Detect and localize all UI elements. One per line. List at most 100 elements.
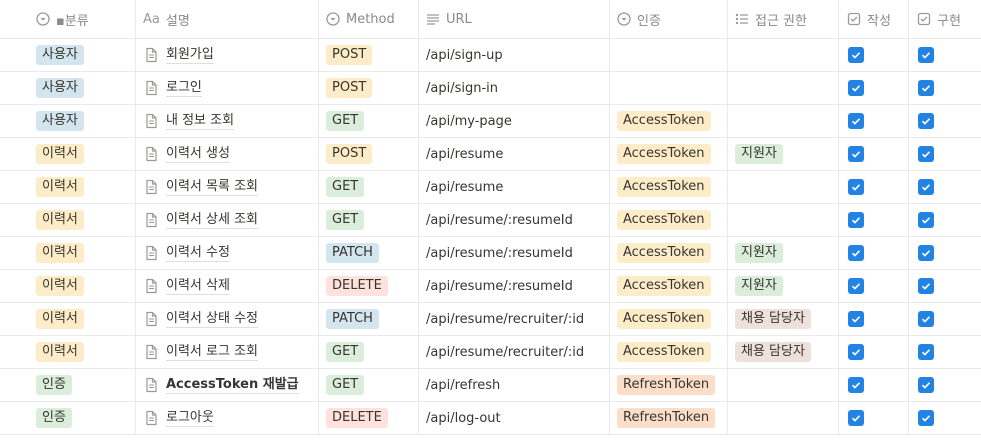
auth-cell[interactable]: AccessToken bbox=[610, 270, 728, 302]
written-checkbox[interactable] bbox=[848, 212, 864, 228]
table-row[interactable]: 인증 로그아웃 DELETE/api/log-out RefreshToken bbox=[0, 402, 981, 435]
name-cell[interactable]: 내 정보 조회 bbox=[136, 105, 319, 137]
implemented-checkbox[interactable] bbox=[918, 47, 934, 63]
category-tag[interactable]: 사용자 bbox=[36, 45, 84, 65]
access-cell[interactable]: 지원자 bbox=[728, 237, 839, 269]
access-cell[interactable] bbox=[728, 204, 839, 236]
written-cell[interactable] bbox=[839, 171, 909, 203]
method-tag[interactable]: POST bbox=[326, 45, 373, 65]
implemented-cell[interactable] bbox=[909, 402, 981, 434]
category-tag[interactable]: 이력서 bbox=[36, 309, 84, 329]
category-tag[interactable]: 이력서 bbox=[36, 210, 84, 230]
table-row[interactable]: 이력서 이력서 생성 POST/api/resume AccessToken 지원자 bbox=[0, 138, 981, 171]
written-cell[interactable] bbox=[839, 138, 909, 170]
auth-cell[interactable]: AccessToken bbox=[610, 105, 728, 137]
url-cell[interactable]: /api/resume/:resumeId bbox=[419, 237, 610, 269]
written-checkbox[interactable] bbox=[848, 311, 864, 327]
auth-tag[interactable]: RefreshToken bbox=[617, 408, 716, 428]
access-tag[interactable]: 채용 담당자 bbox=[735, 309, 811, 329]
method-tag[interactable]: GET bbox=[326, 375, 365, 395]
implemented-cell[interactable] bbox=[909, 138, 981, 170]
url-cell[interactable]: /api/resume/:resumeId bbox=[419, 204, 610, 236]
implemented-checkbox[interactable] bbox=[918, 344, 934, 360]
method-cell[interactable]: DELETE bbox=[319, 402, 419, 434]
written-checkbox[interactable] bbox=[848, 146, 864, 162]
category-cell[interactable]: 사용자 bbox=[0, 105, 136, 137]
table-row[interactable]: 사용자 로그인 POST/api/sign-in bbox=[0, 72, 981, 105]
implemented-cell[interactable] bbox=[909, 105, 981, 137]
header-url[interactable]: URL bbox=[419, 0, 610, 38]
row-title[interactable]: 이력서 생성 bbox=[166, 145, 230, 163]
access-cell[interactable]: 채용 담당자 bbox=[728, 336, 839, 368]
auth-cell[interactable]: AccessToken bbox=[610, 138, 728, 170]
auth-cell[interactable]: AccessToken bbox=[610, 171, 728, 203]
category-cell[interactable]: 인증 bbox=[0, 369, 136, 401]
url-cell[interactable]: /api/log-out bbox=[419, 402, 610, 434]
auth-tag[interactable]: AccessToken bbox=[617, 144, 711, 164]
implemented-checkbox[interactable] bbox=[918, 377, 934, 393]
row-title[interactable]: 이력서 삭제 bbox=[166, 277, 230, 295]
table-row[interactable]: 이력서 이력서 삭제 DELETE/api/resume/:resumeId Acce… bbox=[0, 270, 981, 303]
written-checkbox[interactable] bbox=[848, 245, 864, 261]
category-tag[interactable]: 이력서 bbox=[36, 342, 84, 362]
row-title[interactable]: 이력서 로그 조회 bbox=[166, 343, 258, 361]
written-cell[interactable] bbox=[839, 72, 909, 104]
category-tag[interactable]: 사용자 bbox=[36, 111, 84, 131]
auth-cell[interactable]: AccessToken bbox=[610, 204, 728, 236]
implemented-checkbox[interactable] bbox=[918, 113, 934, 129]
row-title[interactable]: 이력서 상태 수정 bbox=[166, 310, 258, 328]
url-cell[interactable]: /api/my-page bbox=[419, 105, 610, 137]
method-tag[interactable]: GET bbox=[326, 177, 365, 197]
url-cell[interactable]: /api/resume bbox=[419, 171, 610, 203]
row-title[interactable]: 로그인 bbox=[166, 79, 202, 97]
auth-cell[interactable]: AccessToken bbox=[610, 336, 728, 368]
implemented-checkbox[interactable] bbox=[918, 245, 934, 261]
table-row[interactable]: 이력서 이력서 상세 조회 GET/api/resume/:resumeId Acce… bbox=[0, 204, 981, 237]
access-cell[interactable]: 지원자 bbox=[728, 138, 839, 170]
table-row[interactable]: 이력서 이력서 상태 수정 PATCH/api/resume/recruiter/:… bbox=[0, 303, 981, 336]
implemented-cell[interactable] bbox=[909, 270, 981, 302]
name-cell[interactable]: 회원가입 bbox=[136, 39, 319, 71]
category-tag[interactable]: 인증 bbox=[36, 408, 72, 428]
name-cell[interactable]: 이력서 삭제 bbox=[136, 270, 319, 302]
category-tag[interactable]: 이력서 bbox=[36, 243, 84, 263]
row-title[interactable]: 이력서 목록 조회 bbox=[166, 178, 258, 196]
auth-cell[interactable]: AccessToken bbox=[610, 303, 728, 335]
row-title[interactable]: AccessToken 재발급 bbox=[166, 376, 299, 394]
url-cell[interactable]: /api/sign-in bbox=[419, 72, 610, 104]
access-cell[interactable] bbox=[728, 402, 839, 434]
name-cell[interactable]: 이력서 로그 조회 bbox=[136, 336, 319, 368]
implemented-checkbox[interactable] bbox=[918, 278, 934, 294]
access-tag[interactable]: 지원자 bbox=[735, 243, 783, 263]
method-tag[interactable]: PATCH bbox=[326, 309, 379, 329]
method-cell[interactable]: GET bbox=[319, 171, 419, 203]
implemented-checkbox[interactable] bbox=[918, 212, 934, 228]
implemented-cell[interactable] bbox=[909, 171, 981, 203]
access-tag[interactable]: 지원자 bbox=[735, 144, 783, 164]
method-tag[interactable]: DELETE bbox=[326, 408, 388, 428]
table-row[interactable]: 사용자 회원가입 POST/api/sign-up bbox=[0, 39, 981, 72]
method-tag[interactable]: POST bbox=[326, 144, 373, 164]
table-row[interactable]: 사용자 내 정보 조회 GET/api/my-page AccessToken bbox=[0, 105, 981, 138]
url-cell[interactable]: /api/refresh bbox=[419, 369, 610, 401]
category-cell[interactable]: 사용자 bbox=[0, 39, 136, 71]
implemented-checkbox[interactable] bbox=[918, 410, 934, 426]
written-cell[interactable] bbox=[839, 369, 909, 401]
header-auth[interactable]: 인증 bbox=[610, 0, 728, 38]
implemented-cell[interactable] bbox=[909, 204, 981, 236]
written-cell[interactable] bbox=[839, 105, 909, 137]
name-cell[interactable]: 이력서 생성 bbox=[136, 138, 319, 170]
method-tag[interactable]: GET bbox=[326, 210, 365, 230]
written-cell[interactable] bbox=[839, 303, 909, 335]
implemented-checkbox[interactable] bbox=[918, 146, 934, 162]
url-cell[interactable]: /api/sign-up bbox=[419, 39, 610, 71]
auth-cell[interactable] bbox=[610, 72, 728, 104]
access-cell[interactable]: 지원자 bbox=[728, 270, 839, 302]
row-title[interactable]: 로그아웃 bbox=[166, 409, 214, 427]
method-cell[interactable]: POST bbox=[319, 72, 419, 104]
written-checkbox[interactable] bbox=[848, 278, 864, 294]
category-cell[interactable]: 이력서 bbox=[0, 138, 136, 170]
row-title[interactable]: 이력서 상세 조회 bbox=[166, 211, 258, 229]
auth-cell[interactable] bbox=[610, 39, 728, 71]
table-row[interactable]: 이력서 이력서 로그 조회 GET/api/resume/recruiter/:id… bbox=[0, 336, 981, 369]
